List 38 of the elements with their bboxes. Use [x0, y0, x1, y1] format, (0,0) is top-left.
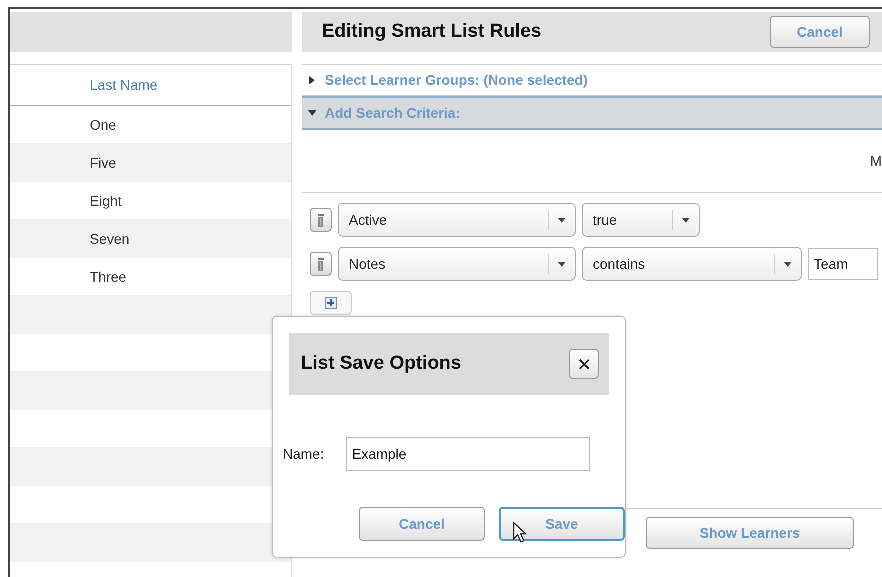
dropdown[interactable]: true — [582, 203, 700, 237]
section-header[interactable]: Select Learner Groups: (None selected) — [302, 64, 882, 96]
panel-title: Editing Smart List Rules — [322, 21, 542, 43]
trash-icon — [317, 214, 325, 226]
column-header[interactable]: Last Name — [90, 77, 158, 93]
partial-text: M — [870, 153, 882, 169]
caret-icon — [558, 218, 566, 222]
input-field[interactable]: Team — [808, 248, 878, 280]
plus-icon — [325, 297, 337, 309]
dropdown[interactable]: contains — [582, 247, 802, 281]
close-button[interactable] — [569, 349, 599, 379]
cancel-button[interactable]: Cancel — [770, 16, 870, 48]
table-cell: One — [90, 116, 116, 132]
trash-icon — [317, 258, 325, 270]
dialog-title: List Save Options — [301, 353, 462, 375]
collapsed-triangle-icon — [308, 76, 317, 84]
caret-icon — [558, 262, 566, 266]
cursor-icon — [513, 522, 527, 543]
close-icon — [578, 358, 590, 370]
table-cell: Eight — [90, 192, 122, 208]
table-cell: Seven — [90, 230, 130, 246]
dropdown[interactable]: Notes — [338, 247, 576, 281]
cancel-button[interactable]: Cancel — [359, 507, 485, 541]
add-button[interactable] — [310, 291, 352, 315]
table-cell: Three — [90, 268, 127, 284]
table-cell: Five — [90, 154, 116, 170]
expanded-triangle-icon — [308, 108, 317, 118]
section-label: Select Learner Groups: (None selected) — [325, 72, 588, 88]
delete-button[interactable] — [310, 208, 332, 232]
delete-button[interactable] — [310, 252, 332, 276]
dropdown[interactable]: Active — [338, 203, 576, 237]
caret-icon — [682, 218, 690, 222]
section-label: Add Search Criteria: — [325, 105, 460, 121]
field-label: Name: — [283, 446, 324, 462]
caret-icon — [784, 262, 792, 266]
save-button[interactable]: Save — [498, 507, 625, 541]
show-learners-button[interactable]: Show Learners — [646, 517, 854, 549]
name-field[interactable]: Example — [346, 437, 590, 471]
